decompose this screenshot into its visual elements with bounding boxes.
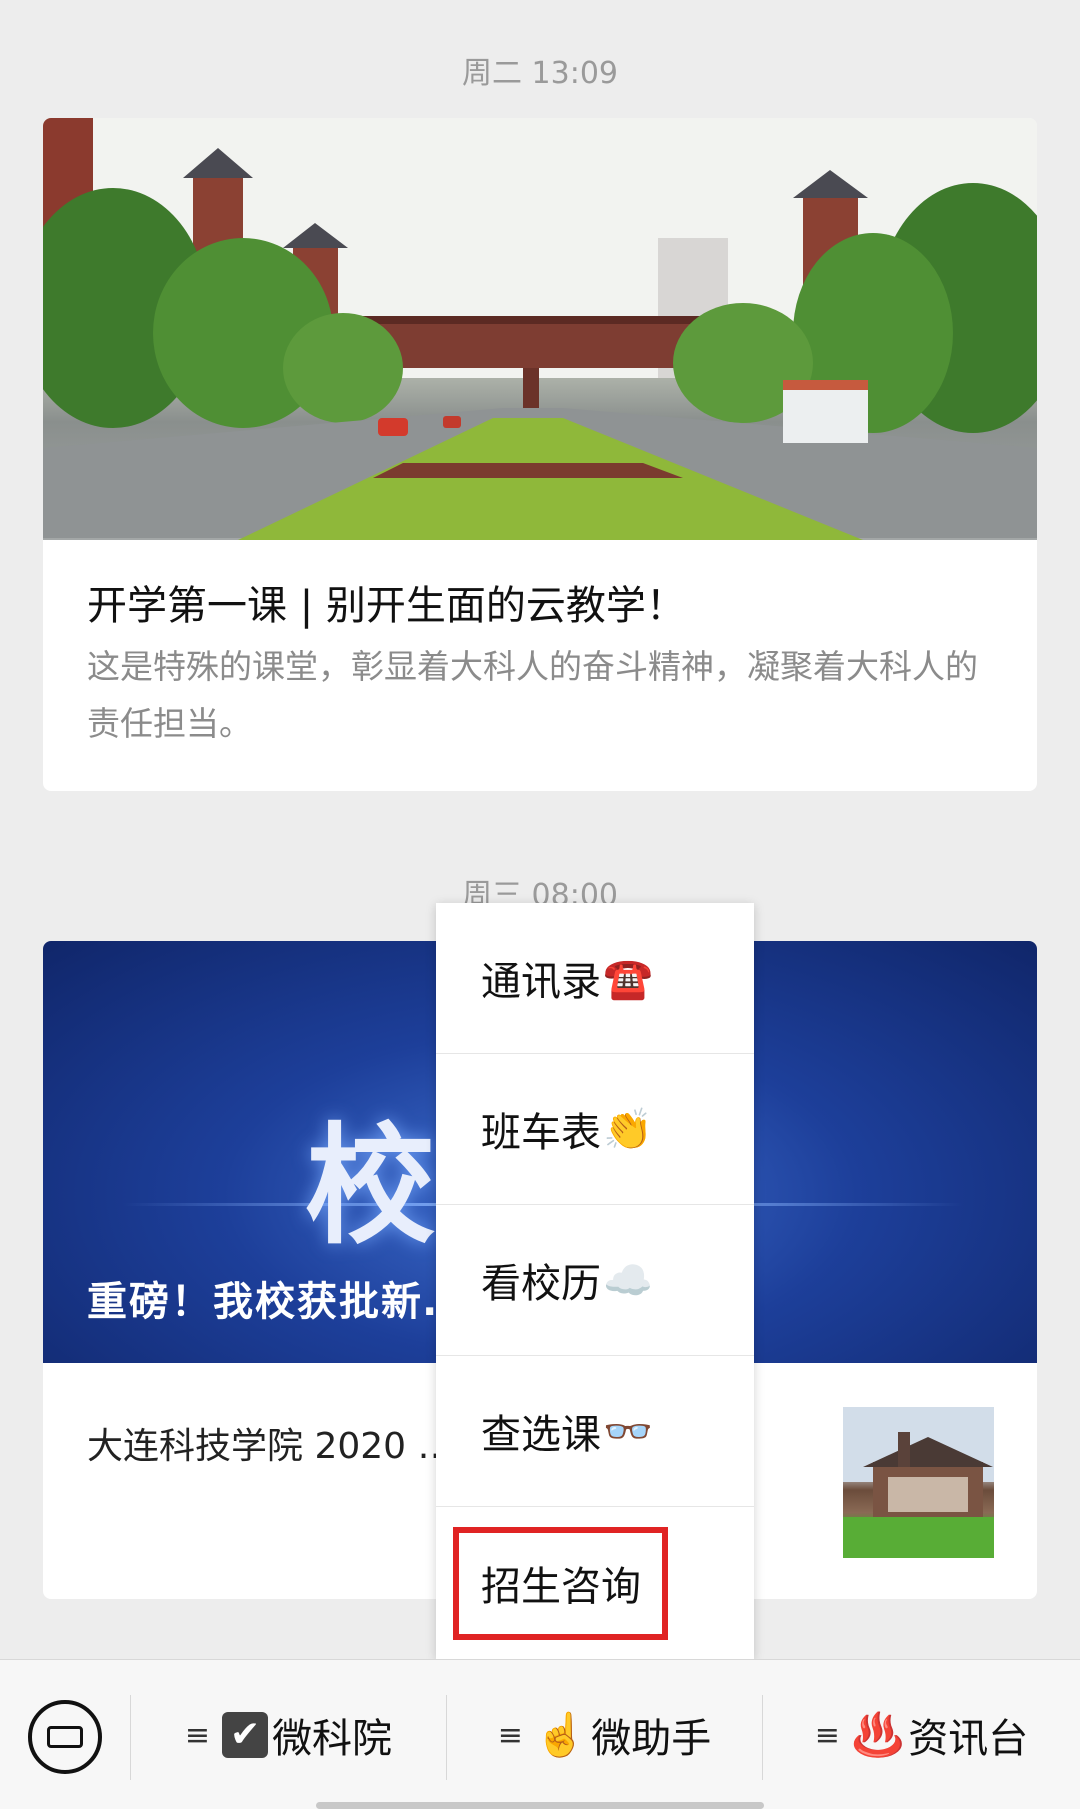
popup-menu: 通讯录 ☎️ 班车表 👏 看校历 ☁️ 查选课 👓 招生咨询 [436,903,754,1659]
article-card-1[interactable]: 开学第一课 | 别开生面的云教学！ 这是特殊的课堂，彰显着大科人的奋斗精神，凝聚… [43,118,1037,791]
cloud-icon: ☁️ [603,1257,653,1304]
menu-button-weikeyuan[interactable]: ≡ ✔ 微科院 [131,1660,446,1809]
article-thumbnail[interactable] [843,1407,994,1558]
menu-item-contacts[interactable]: 通讯录 ☎️ [436,903,754,1054]
menu-lines-icon: ≡ [184,1717,211,1753]
clapping-hands-icon: 👏 [603,1106,653,1153]
menu-button-label: 微助手 [591,1716,712,1762]
menu-lines-icon: ≡ [814,1717,840,1753]
checkbox-icon: ✔ [222,1712,269,1758]
bottom-menu-bar: ≡ ✔ 微科院 ≡ ☝️ 微助手 ≡ ♨️ 资讯台 [0,1659,1080,1809]
home-indicator [316,1802,764,1809]
menu-lines-icon: ≡ [497,1717,523,1753]
menu-item-label: 班车表 [481,1110,601,1156]
highlight-box [453,1527,668,1640]
pointing-finger-icon: ☝️ [534,1710,588,1759]
article-description-1: 这是特殊的课堂，彰显着大科人的奋斗精神，凝聚着大科人的责任担当。 [87,647,978,743]
article-title-1[interactable]: 开学第一课 | 别开生面的云教学！ [87,573,686,631]
menu-button-label: 资讯台 [908,1716,1029,1762]
keyboard-icon[interactable] [28,1700,102,1774]
campus-gate-photo[interactable] [43,118,1037,540]
glasses-icon: 👓 [603,1408,653,1455]
menu-item-label: 通讯录 [481,959,601,1005]
campus-scene-image [43,118,1037,540]
keyboard-keys-icon [47,1726,83,1748]
menu-item-bus-schedule[interactable]: 班车表 👏 [436,1054,754,1205]
timestamp-1: 周二 13:09 [462,56,618,91]
menu-item-admissions[interactable]: 招生咨询 [436,1507,754,1658]
menu-button-label: 微科院 [272,1716,393,1762]
menu-button-zixuntai[interactable]: ≡ ♨️ 资讯台 [763,1660,1080,1809]
menu-item-label: 查选课 [481,1412,601,1458]
telephone-icon: ☎️ [603,955,653,1002]
building-thumbnail-image [843,1407,994,1558]
menu-item-label: 看校历 [481,1261,601,1307]
menu-item-course-selection[interactable]: 查选课 👓 [436,1356,754,1507]
menu-item-calendar[interactable]: 看校历 ☁️ [436,1205,754,1356]
hot-springs-icon: ♨️ [851,1710,905,1759]
menu-button-weizhushou[interactable]: ≡ ☝️ 微助手 [447,1660,762,1809]
